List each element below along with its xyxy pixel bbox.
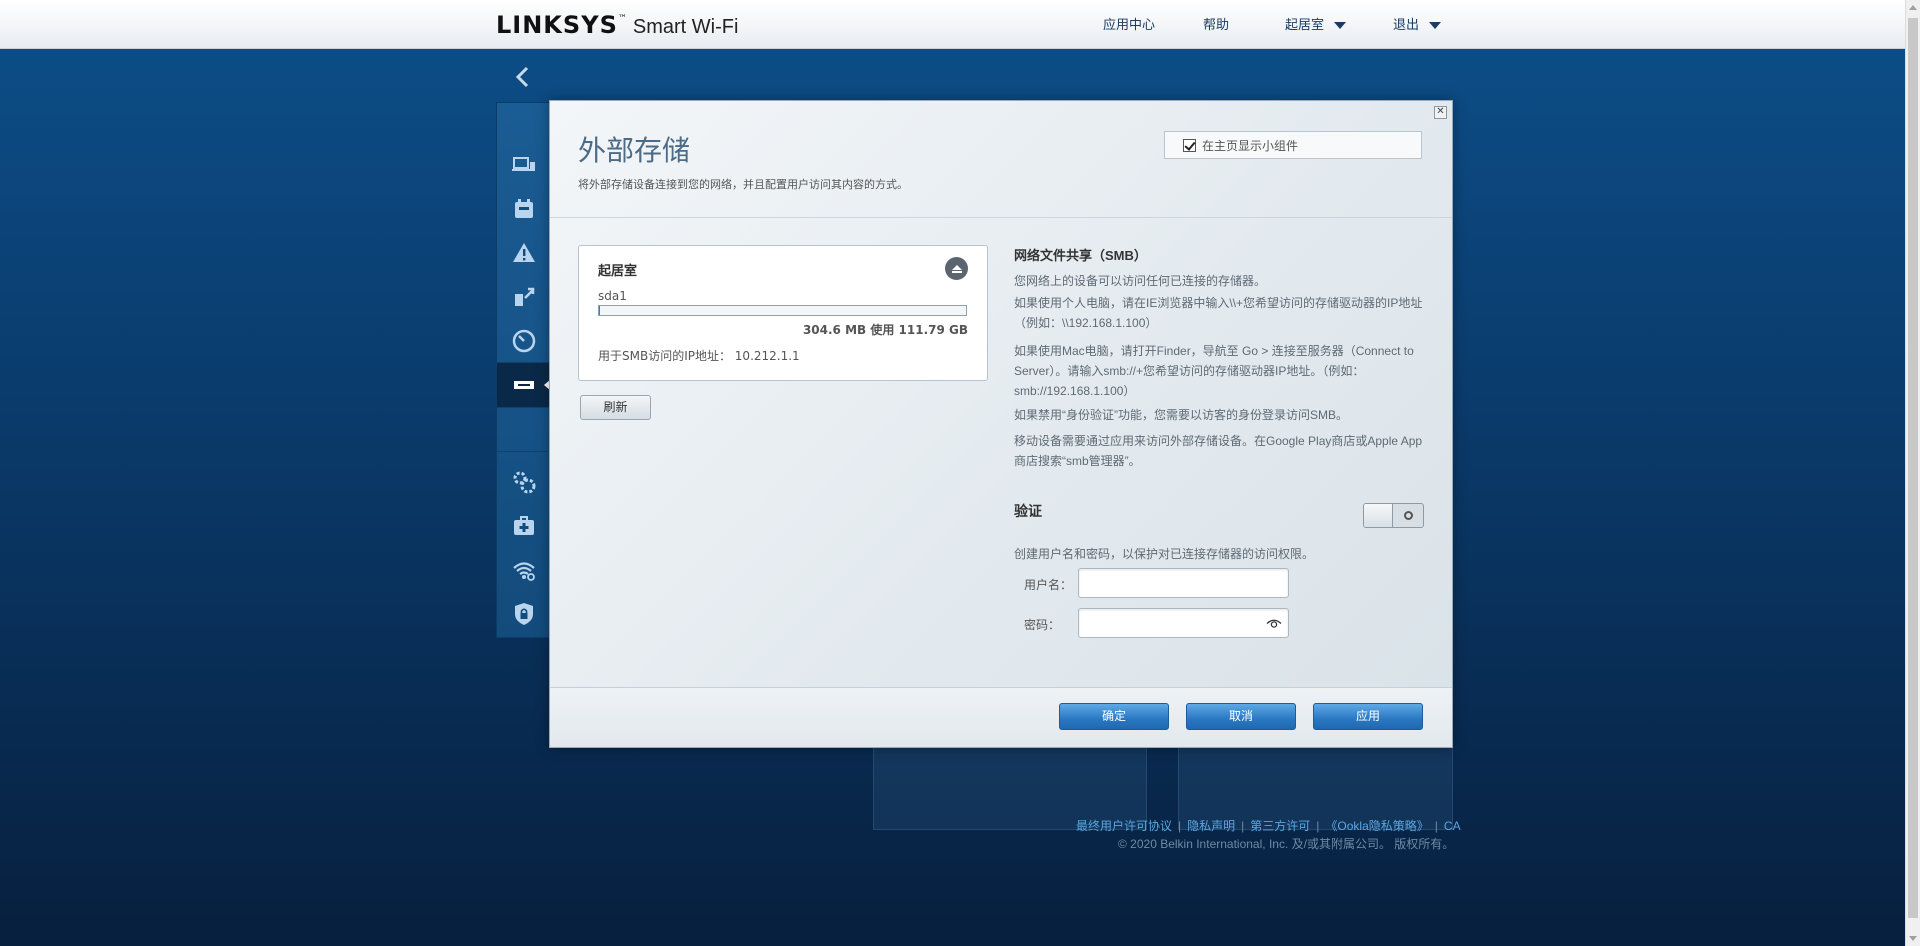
eject-icon (951, 264, 962, 273)
show-widget-checkbox[interactable] (1183, 138, 1196, 152)
sidebar-item-alerts[interactable] (497, 231, 550, 275)
cancel-button[interactable]: 取消 (1186, 703, 1296, 730)
apply-button[interactable]: 应用 (1313, 703, 1423, 730)
footer-links: 最终用户许可协议 | 隐私声明 | 第三方许可 | 《Ookla隐私策略》 | CA (1076, 819, 1461, 833)
scroll-down-arrow-icon[interactable] (1909, 936, 1917, 941)
nav-app-center[interactable]: 应用中心 (1103, 14, 1155, 33)
password-label: 密码： (1024, 618, 1061, 632)
sidebar-item-parental-controls[interactable] (497, 187, 550, 231)
footer-link-ca[interactable]: CA (1444, 819, 1461, 833)
footer-link-ookla[interactable]: 《Ookla隐私策略》 (1325, 819, 1428, 833)
settings-icon (513, 471, 535, 494)
ok-button[interactable]: 确定 (1059, 703, 1169, 730)
sidebar (496, 102, 551, 638)
nav-logout-label: 退出 (1393, 17, 1420, 32)
smb-paragraph: 如果禁用“身份验证”功能，您需要以访客的身份登录访问SMB。 (1014, 408, 1348, 422)
storage-usage-text: 304.6 MB 使用 111.79 GB (802, 323, 968, 337)
sidebar-item-settings[interactable] (497, 460, 550, 504)
parental-controls-icon (514, 199, 533, 218)
sidebar-item-speed-test[interactable] (497, 319, 550, 363)
chevron-down-icon (1334, 22, 1347, 30)
show-widget-option[interactable]: 在主页显示小组件 (1164, 131, 1422, 159)
sidebar-divider (497, 407, 550, 408)
authentication-description: 创建用户名和密码，以保护对已连接存储器的访问权限。 (1014, 547, 1315, 561)
footer-link-eula[interactable]: 最终用户许可协议 (1076, 819, 1172, 833)
dialog-header: 外部存储 将外部存储设备连接到您的网络，并且配置用户访问其内容的方式。 在主页显… (550, 101, 1452, 218)
username-input[interactable] (1078, 568, 1289, 598)
authentication-toggle[interactable] (1363, 503, 1424, 528)
logo-trademark: ™ (617, 14, 627, 24)
logo-brand: LINKSYS (496, 11, 618, 39)
nav-router-menu[interactable]: 起居室 (1285, 14, 1347, 33)
sidebar-divider (497, 451, 550, 452)
dialog-footer: 确定 取消 应用 (550, 687, 1452, 747)
prioritization-icon (514, 287, 534, 306)
troubleshooting-icon (513, 516, 534, 535)
wifi-settings-icon (512, 562, 535, 581)
storage-usage-fill (599, 306, 601, 315)
sidebar-item-devices[interactable] (497, 143, 550, 187)
page-scrollbar[interactable] (1905, 0, 1920, 946)
toggle-knob (1364, 504, 1393, 527)
device-name: 起居室 (598, 264, 638, 279)
sidebar-item-prioritization[interactable] (497, 275, 550, 319)
footer-copyright: © 2020 Belkin International, Inc. 及/或其附属… (1118, 837, 1455, 851)
password-input[interactable] (1078, 608, 1289, 638)
footer-link-third-party[interactable]: 第三方许可 (1250, 819, 1310, 833)
sidebar-item-external-storage[interactable] (497, 363, 551, 407)
eject-button[interactable] (945, 257, 968, 280)
smb-paragraph: 您网络上的设备可以访问任何已连接的存储器。 (1014, 274, 1267, 288)
usb-storage-icon (513, 381, 534, 389)
devices-icon (511, 157, 535, 171)
sidebar-item-wifi-settings[interactable] (497, 548, 550, 592)
toggle-off-icon (1404, 511, 1413, 520)
smb-paragraph: 如果使用Mac电脑，请打开Finder，导航至 Go > 连接至服务器（Conn… (1014, 344, 1414, 398)
smb-paragraph: 移动设备需要通过应用来访问外部存储设备。在Google Play商店或Apple… (1014, 434, 1423, 468)
back-button[interactable] (496, 56, 549, 98)
chevron-left-icon (515, 66, 528, 88)
storage-device-card: 起居室 sda1 304.6 MB 使用 111.79 GB 用于SMB访问的I… (578, 245, 988, 381)
nav-logout-menu[interactable]: 退出 (1393, 14, 1442, 33)
sidebar-item-troubleshooting[interactable] (497, 504, 550, 548)
smb-ip-address: 用于SMB访问的IP地址： 10.212.1.1 (598, 349, 800, 363)
authentication-title: 验证 (1014, 503, 1042, 519)
chevron-down-icon (1429, 22, 1442, 30)
scroll-thumb[interactable] (1908, 18, 1918, 918)
smb-paragraph: 如果使用个人电脑，请在IE浏览器中输入\\+您希望访问的存储驱动器的IP地址（例… (1014, 296, 1423, 330)
shield-lock-icon (514, 603, 533, 625)
show-widget-label: 在主页显示小组件 (1202, 138, 1299, 153)
logo-product: Smart Wi-Fi (632, 16, 739, 38)
storage-usage-bar (598, 305, 967, 316)
username-label: 用户名： (1024, 578, 1073, 592)
top-bar: LINKSYS ™ Smart Wi-Fi 应用中心 帮助 起居室 退出 (0, 0, 1920, 49)
scroll-up-arrow-icon[interactable] (1909, 5, 1917, 10)
refresh-button[interactable]: 刷新 (580, 395, 651, 420)
footer-link-privacy[interactable]: 隐私声明 (1187, 819, 1235, 833)
show-password-eye-icon[interactable] (1266, 618, 1282, 629)
speed-test-icon (512, 329, 535, 353)
page-title: 外部存储 (578, 134, 691, 167)
drive-name: sda1 (598, 289, 627, 303)
page-subtitle: 将外部存储设备连接到您的网络，并且配置用户访问其内容的方式。 (578, 178, 908, 191)
sidebar-item-security[interactable] (497, 592, 550, 636)
external-storage-dialog: ✕ 外部存储 将外部存储设备连接到您的网络，并且配置用户访问其内容的方式。 在主… (549, 100, 1453, 748)
nav-router-label: 起居室 (1285, 17, 1325, 32)
linksys-logo[interactable]: LINKSYS ™ Smart Wi-Fi (496, 11, 738, 39)
nav-help[interactable]: 帮助 (1203, 14, 1229, 33)
alert-icon (512, 243, 535, 262)
smb-title: 网络文件共享（SMB） (1014, 248, 1147, 263)
